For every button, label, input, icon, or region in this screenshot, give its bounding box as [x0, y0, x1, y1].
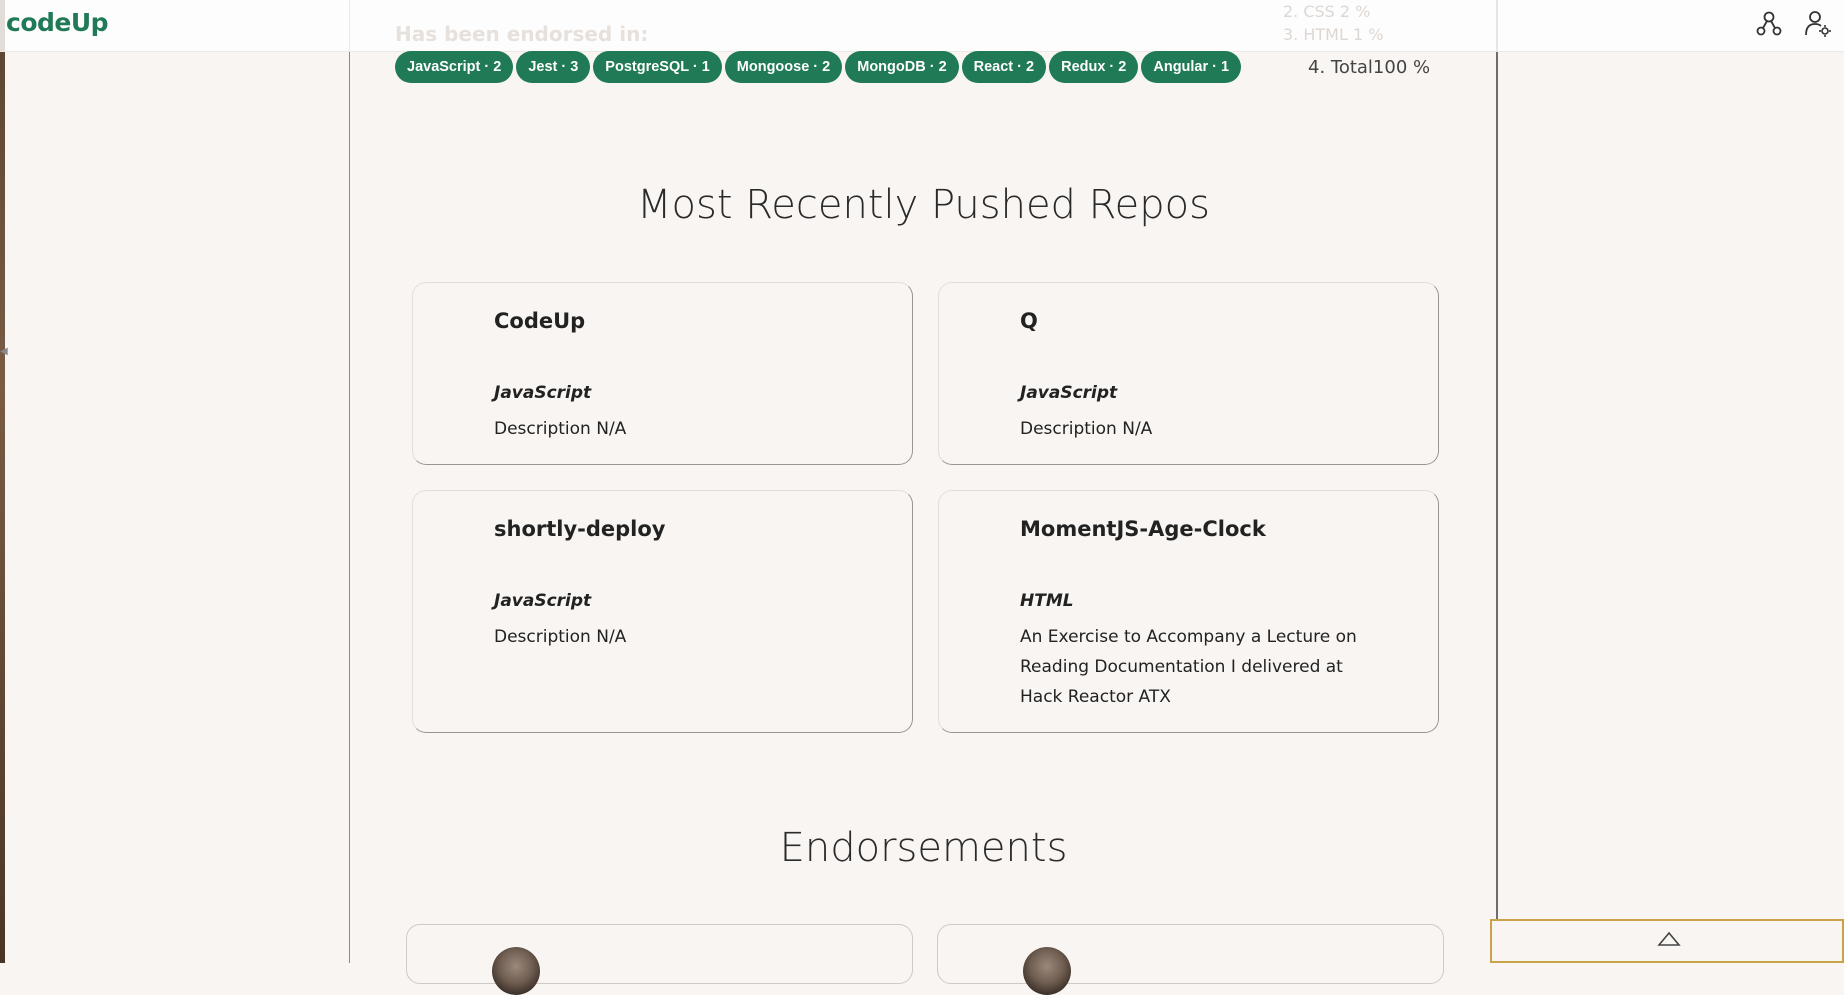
profile-content-column	[349, 0, 1498, 963]
endorsement-card	[937, 924, 1444, 995]
network-icon[interactable]	[1754, 9, 1784, 39]
skill-badge[interactable]: JavaScript · 2	[395, 51, 514, 83]
skill-badge[interactable]: MongoDB · 2	[845, 51, 959, 83]
repo-description: Description N/A	[1020, 419, 1153, 439]
skill-badge[interactable]: Jest · 3	[516, 51, 591, 83]
repo-name: CodeUp	[494, 309, 586, 333]
skill-badge[interactable]: Redux · 2	[1049, 51, 1139, 83]
user-settings-icon[interactable]	[1803, 9, 1833, 39]
skill-badge[interactable]: React · 2	[961, 51, 1047, 83]
language-row: 3. HTML 1 %	[1283, 25, 1384, 44]
collapse-arrow-icon[interactable]: ◀	[0, 346, 8, 357]
repo-description: Description N/A	[494, 419, 627, 439]
endorsements-section-title: Endorsements	[779, 825, 1068, 871]
language-total: 4. Total100 %	[1308, 57, 1431, 78]
repo-name: shortly-deploy	[494, 517, 666, 541]
repo-card[interactable]: CodeUp JavaScript Description N/A	[412, 282, 913, 465]
language-breakdown-list: 2. CSS 2 % 3. HTML 1 %	[1283, 0, 1383, 46]
endorsement-badge-list: JavaScript · 2 Jest · 3 PostgreSQL · 1 M…	[395, 51, 1242, 83]
repos-section-title: Most Recently Pushed Repos	[637, 182, 1210, 228]
skill-badge[interactable]: Mongoose · 2	[724, 51, 843, 83]
repo-description: Description N/A	[494, 627, 627, 647]
repo-card[interactable]: shortly-deploy JavaScript Description N/…	[412, 490, 913, 733]
avatar	[492, 947, 540, 995]
repo-card[interactable]: Q JavaScript Description N/A	[938, 282, 1439, 465]
chevron-up-icon	[1657, 931, 1681, 946]
scroll-to-top-button[interactable]	[1490, 919, 1844, 963]
endorsement-card	[406, 924, 913, 995]
language-row: 2. CSS 2 %	[1283, 2, 1371, 21]
repo-card[interactable]: MomentJS-Age-Clock HTML An Exercise to A…	[938, 490, 1439, 733]
app-logo[interactable]: codeUp	[6, 8, 109, 37]
endorsed-in-label: Has been endorsed in:	[395, 22, 649, 46]
repo-language: JavaScript	[494, 591, 592, 611]
repo-description: An Exercise to Accompany a Lecture on Re…	[1020, 627, 1357, 707]
window-left-edge	[0, 0, 5, 963]
skill-badge[interactable]: Angular · 1	[1141, 51, 1242, 83]
avatar	[1023, 947, 1071, 995]
repo-name: MomentJS-Age-Clock	[1020, 517, 1266, 541]
skill-badge[interactable]: PostgreSQL · 1	[593, 51, 722, 83]
repo-language: JavaScript	[494, 383, 592, 403]
repo-language: JavaScript	[1020, 383, 1118, 403]
repo-language: HTML	[1020, 591, 1074, 611]
repo-name: Q	[1020, 309, 1038, 333]
top-navbar: codeUp	[0, 0, 1844, 52]
